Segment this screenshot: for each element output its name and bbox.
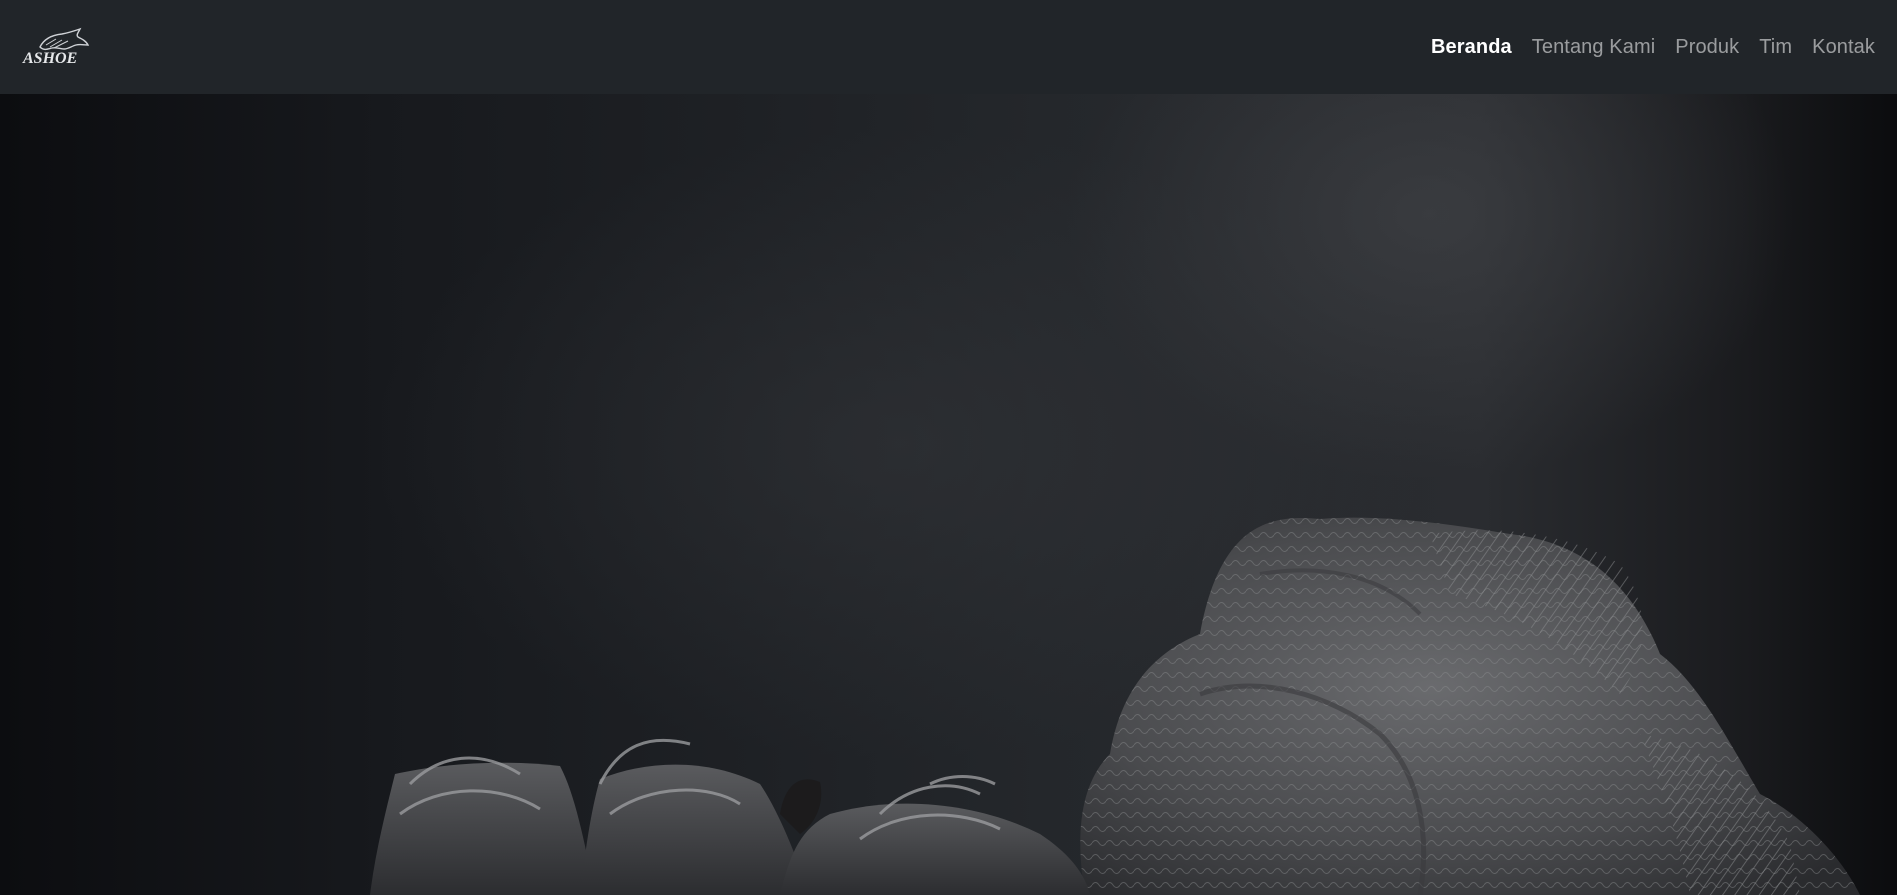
nav-link-tim[interactable]: Tim bbox=[1759, 36, 1792, 58]
nav-link-kontak[interactable]: Kontak bbox=[1812, 36, 1875, 58]
navbar: ASHOE Beranda Tentang Kami Produk Tim Ko… bbox=[0, 0, 1897, 94]
horse-head-icon: ASHOE bbox=[22, 27, 90, 67]
knit-sweater bbox=[1080, 517, 1860, 895]
nav-link-tentang-kami[interactable]: Tentang Kami bbox=[1532, 36, 1656, 58]
nav-link-produk[interactable]: Produk bbox=[1675, 36, 1739, 58]
hero-banner bbox=[0, 94, 1897, 895]
sneakers bbox=[370, 738, 1090, 895]
brand-logo[interactable]: ASHOE bbox=[20, 0, 92, 94]
hero-image bbox=[370, 517, 1860, 895]
logo-text: ASHOE bbox=[22, 50, 77, 67]
nav-link-beranda[interactable]: Beranda bbox=[1431, 36, 1512, 58]
nav-menu: Beranda Tentang Kami Produk Tim Kontak bbox=[1411, 36, 1875, 59]
